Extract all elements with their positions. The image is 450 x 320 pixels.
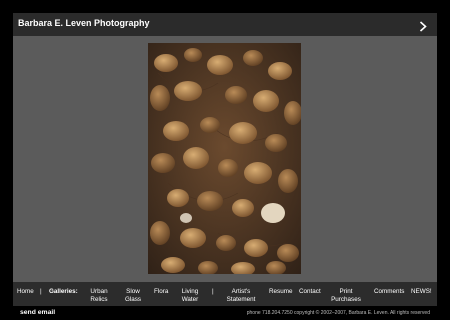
nav-print-purchases[interactable]: Print Purchases (329, 288, 363, 304)
nav-print-purchases-line-1: Print (339, 288, 353, 295)
nav-separator: | (212, 288, 214, 295)
nav-comments[interactable]: Comments (374, 288, 404, 296)
nav-artists-statement[interactable]: Artist's Statement (223, 288, 259, 304)
nav-urban-relics[interactable]: Urban Relics (88, 288, 110, 304)
nav-urban-relics-line-2: Relics (90, 296, 108, 303)
footer: send email phone 718.204.7250 copyright … (13, 306, 437, 320)
nav-flora[interactable]: Flora (154, 288, 168, 296)
nav-artists-statement-line-2: Statement (226, 296, 256, 303)
gallery-area (13, 36, 437, 282)
photo-image (148, 43, 301, 274)
nav-artists-statement-line-1: Artist's (231, 288, 251, 295)
nav-separator: | (40, 288, 42, 295)
page: Barbara E. Leven Photography Home | Gall… (0, 0, 450, 320)
site-title[interactable]: Barbara E. Leven Photography (18, 18, 150, 28)
nav-living-water-line-1: Living (181, 288, 199, 295)
nav-slow-glass-line-2: Glass (124, 296, 142, 303)
main-navigation: Home | Galleries: Urban Relics Slow Glas… (13, 282, 437, 306)
nav-resume[interactable]: Resume (269, 288, 292, 296)
chevron-right-icon[interactable] (419, 19, 427, 32)
copyright-text: phone 718.204.7250 copyright © 2002–2007… (246, 310, 430, 316)
nav-print-purchases-line-2: Purchases (331, 296, 361, 303)
nav-living-water[interactable]: Living Water (179, 288, 201, 304)
nav-living-water-line-2: Water (181, 296, 199, 303)
nav-galleries-label: Galleries: (49, 288, 78, 295)
nav-contact[interactable]: Contact (299, 288, 321, 296)
nav-slow-glass-line-1: Slow (126, 288, 140, 295)
nav-slow-glass[interactable]: Slow Glass (123, 288, 143, 304)
nav-urban-relics-line-1: Urban (90, 288, 108, 295)
send-email-link[interactable]: send email (20, 309, 55, 316)
nav-home[interactable]: Home (17, 288, 34, 296)
title-bar: Barbara E. Leven Photography (13, 13, 437, 36)
nav-news[interactable]: NEWS! (411, 288, 432, 296)
